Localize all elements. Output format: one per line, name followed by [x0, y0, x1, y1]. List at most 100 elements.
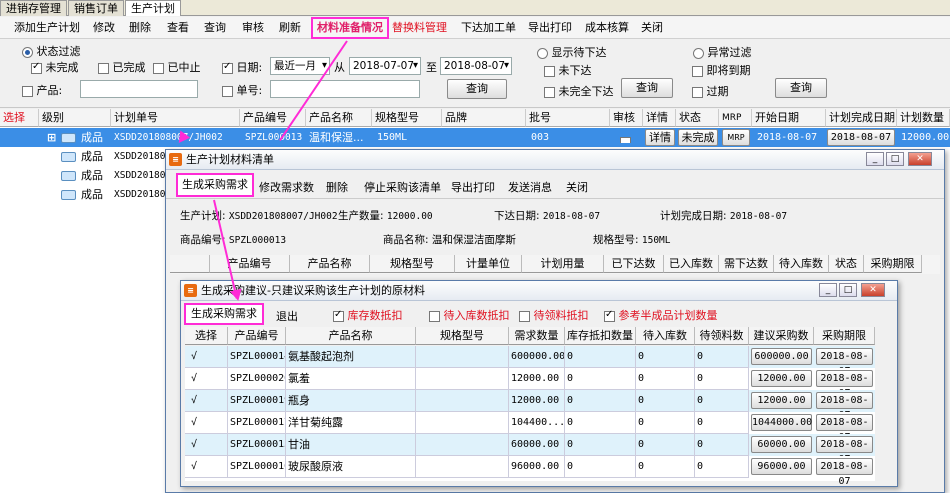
suggest-qty-button[interactable]: 1044000.00: [751, 414, 812, 431]
date-checkbox[interactable]: 日期:: [222, 59, 262, 75]
not-issued-checkbox[interactable]: 未下达: [544, 62, 592, 78]
table-row[interactable]: 成品 XSDD20180: [0, 166, 170, 185]
deadline-button[interactable]: 2018-08-07: [816, 436, 873, 465]
cell-incoming: 0: [636, 412, 695, 434]
cell-check[interactable]: √: [185, 456, 228, 478]
deadline-button[interactable]: 2018-08-07: [816, 458, 873, 487]
exception-radio[interactable]: 异常过滤: [693, 44, 752, 60]
deadline-button[interactable]: 2018-08-07: [816, 414, 873, 443]
generate-purchase-demand-button[interactable]: 生成采购需求: [176, 173, 254, 197]
material-readiness-button[interactable]: 材料准备情况: [311, 17, 389, 39]
from-label: 从: [334, 61, 345, 74]
minimize-icon[interactable]: _: [866, 152, 884, 166]
date-range-select[interactable]: 最近一月: [270, 57, 330, 75]
tab-sales-order[interactable]: 销售订单: [68, 0, 124, 16]
purchase-generate-button[interactable]: 生成采购需求: [184, 303, 264, 325]
issue-work-order-button[interactable]: 下达加工单: [461, 20, 516, 36]
col-plan-no: 计划单号: [111, 109, 240, 127]
mrp-button[interactable]: MRP: [722, 129, 750, 146]
export-print-button[interactable]: 导出打印: [528, 20, 572, 36]
status-filter[interactable]: 状态过滤: [22, 43, 81, 59]
purchase-grid-header: 选择 产品编号 产品名称 规格型号 需求数量 库存抵扣数量 待入库数 待领料数 …: [185, 327, 875, 346]
deadline-button[interactable]: 2018-08-07: [816, 392, 873, 421]
doc-no-checkbox[interactable]: 单号:: [222, 82, 262, 98]
cell-check[interactable]: √: [185, 390, 228, 412]
table-row[interactable]: ⊞ 成品 XSDD201808007/JH002 SPZL000013 温和保湿…: [0, 128, 950, 147]
incoming-deduct-checkbox[interactable]: 待入库数抵扣: [429, 307, 510, 323]
col-state: 状态: [829, 255, 864, 273]
minimize-icon[interactable]: _: [819, 283, 837, 297]
table-row[interactable]: √ SPZL000016 玻尿酸原液 96000.00 0 0 0 96000.00 2018-…: [185, 456, 875, 487]
completed-checkbox[interactable]: 已完成: [98, 59, 146, 75]
refresh-button[interactable]: 刷新: [279, 20, 301, 36]
stock-deduct-checkbox[interactable]: 库存数抵扣: [333, 307, 403, 323]
material-export-button[interactable]: 导出打印: [451, 179, 495, 195]
overdue-checkbox[interactable]: 过期: [692, 83, 729, 99]
delete-button[interactable]: 删除: [129, 20, 151, 36]
detail-button[interactable]: 详情: [645, 129, 675, 146]
incomplete-checkbox[interactable]: 未完成: [31, 59, 79, 75]
semi-finished-checkbox[interactable]: 参考半成品计划数量: [604, 307, 718, 323]
col-demand: 需求数量: [509, 327, 565, 345]
due-soon-checkbox[interactable]: 即将到期: [692, 62, 751, 78]
picking-deduct-checkbox[interactable]: 待领料抵扣: [519, 307, 589, 323]
add-plan-button[interactable]: 添加生产计划: [14, 20, 80, 36]
not-fully-issued-checkbox[interactable]: 未完全下达: [544, 83, 614, 99]
exception-query-button[interactable]: 查询: [775, 78, 827, 98]
table-row[interactable]: 成品 XSDD20180: [0, 185, 170, 204]
approve-checkbox[interactable]: [620, 132, 631, 143]
stopped-checkbox[interactable]: 已中止: [153, 59, 201, 75]
material-close-button[interactable]: 关闭: [566, 179, 588, 195]
suggest-qty-button[interactable]: 12000.00: [751, 370, 812, 387]
close-button[interactable]: 关闭: [641, 20, 663, 36]
edit-button[interactable]: 修改: [93, 20, 115, 36]
show-pending-radio[interactable]: 显示待下达: [537, 44, 607, 60]
table-row[interactable]: √ SPZL000019 瓶身 12000.00 0 0 0 12000.00 2018-08-…: [185, 390, 875, 421]
deadline-button[interactable]: 2018-08-07: [816, 370, 873, 399]
modify-demand-button[interactable]: 修改需求数: [259, 179, 314, 195]
status-button[interactable]: 未完成: [678, 129, 718, 146]
deadline-button[interactable]: 2018-08-07: [816, 348, 873, 377]
table-row[interactable]: √ SPZL000017 洋甘菊纯露 104400... 0 0 0 1044000.00 20…: [185, 412, 875, 443]
cell-check[interactable]: √: [185, 412, 228, 434]
tab-inventory[interactable]: 进销存管理: [0, 0, 67, 16]
tab-production-plan[interactable]: 生产计划: [125, 0, 181, 16]
material-delete-button[interactable]: 删除: [326, 179, 348, 195]
table-row[interactable]: √ SPZL000015 甘油 60000.00 0 0 0 60000.00 2018-08-…: [185, 434, 875, 465]
finish-date-button[interactable]: 2018-08-07: [827, 129, 895, 146]
exception-label: 异常过滤: [707, 46, 752, 59]
substitute-material-button[interactable]: 替换料管理: [392, 20, 447, 36]
table-row[interactable]: √ SPZL000014 氨基酸起泡剂 600000.00 0 0 0 600000.00 20…: [185, 346, 875, 377]
cell-check[interactable]: √: [185, 346, 228, 368]
table-row[interactable]: √ SPZL000020 氯羞 12000.00 0 0 0 12000.00 2018-08-…: [185, 368, 875, 399]
cell-check[interactable]: √: [185, 434, 228, 456]
stop-purchase-button[interactable]: 停止采购该清单: [364, 179, 441, 195]
product-checkbox[interactable]: 产品:: [22, 82, 62, 98]
suggest-qty-button[interactable]: 600000.00: [751, 348, 812, 365]
query-button[interactable]: 查询: [204, 20, 226, 36]
purchase-toolbar: 生成采购需求 退出 库存数抵扣 待入库数抵扣 待领料抵扣 参考半成品计划数量: [181, 302, 897, 326]
product-input[interactable]: [80, 80, 198, 98]
close-icon[interactable]: ✕: [908, 152, 932, 166]
exit-button[interactable]: 退出: [276, 308, 298, 324]
doc-no-input[interactable]: [270, 80, 420, 98]
to-label: 至: [426, 61, 437, 74]
module-tabs: 进销存管理 销售订单 生产计划: [0, 0, 950, 16]
pending-query-button[interactable]: 查询: [621, 78, 673, 98]
cell-check[interactable]: √: [185, 368, 228, 390]
close-icon[interactable]: ✕: [861, 283, 885, 297]
approve-button[interactable]: 审核: [242, 20, 264, 36]
date-to-picker[interactable]: 2018-08-07: [440, 57, 512, 75]
cost-accounting-button[interactable]: 成本核算: [585, 20, 629, 36]
view-button[interactable]: 查看: [167, 20, 189, 36]
filter-query-button[interactable]: 查询: [447, 79, 507, 99]
expand-icon[interactable]: ⊞: [44, 128, 56, 147]
maximize-icon[interactable]: □: [886, 152, 904, 166]
maximize-icon[interactable]: □: [839, 283, 857, 297]
suggest-qty-button[interactable]: 96000.00: [751, 458, 812, 475]
suggest-qty-button[interactable]: 60000.00: [751, 436, 812, 453]
send-message-button[interactable]: 发送消息: [508, 179, 552, 195]
suggest-qty-button[interactable]: 12000.00: [751, 392, 812, 409]
table-row[interactable]: 成品 XSDD20180: [0, 147, 170, 166]
date-from-picker[interactable]: 2018-07-07: [349, 57, 421, 75]
